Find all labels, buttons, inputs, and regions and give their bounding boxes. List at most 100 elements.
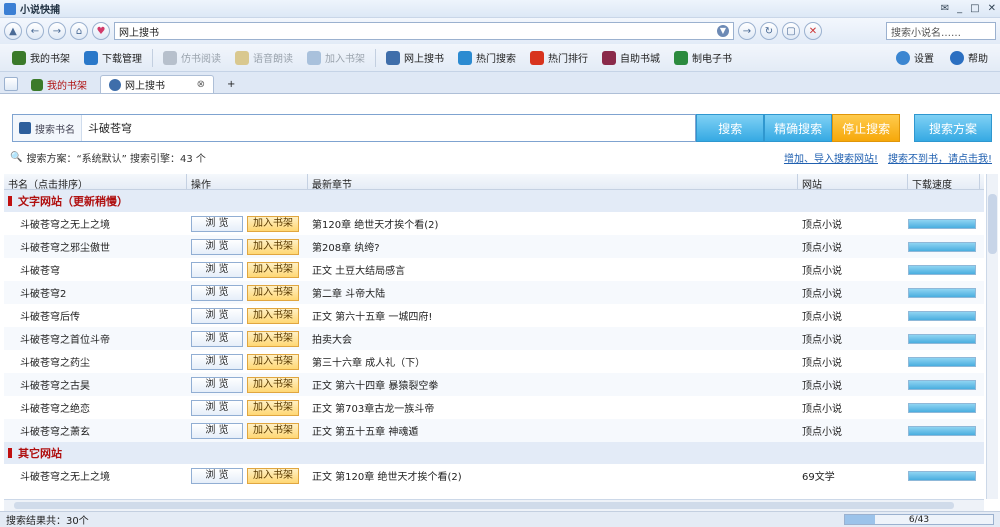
speed-cell	[908, 402, 980, 413]
home-button[interactable]: ⌂	[70, 22, 88, 40]
search-label: 搜索书名	[13, 115, 82, 141]
vertical-scrollbar[interactable]	[986, 174, 998, 499]
horizontal-scrollbar[interactable]	[4, 499, 984, 511]
view-button[interactable]: 浏 览	[191, 307, 243, 324]
url-field[interactable]: 网上搜书 ▼	[114, 22, 734, 40]
close-window-button[interactable]: ✕	[988, 3, 996, 14]
table-row[interactable]: 斗破苍穹之绝恋浏 览加入书架 正文 第703章古龙一族斗帝 顶点小说	[4, 396, 984, 419]
toolbar-item-2[interactable]: 仿书阅读	[157, 47, 227, 69]
col-actions[interactable]: 操作	[187, 174, 308, 191]
page-icon[interactable]: ▢	[782, 22, 800, 40]
table-row[interactable]: 斗破苍穹之邪尘傲世浏 览加入书架 第208章 纨绔? 顶点小说	[4, 235, 984, 258]
toolbar-item-label: 仿书阅读	[181, 54, 221, 65]
table-row[interactable]: 斗破苍穹之无上之境浏 览加入书架 正文 第120章 绝世天才挨个看(2) 69文学	[4, 464, 984, 487]
search-box[interactable]: 搜索书名 斗破苍穹	[12, 114, 697, 142]
view-button[interactable]: 浏 览	[191, 238, 243, 255]
add-site-link[interactable]: 增加、导入搜索网站!	[784, 150, 878, 165]
latest-chapter: 第三十六章 成人礼（下）	[312, 358, 426, 369]
settings-button[interactable]: 设置	[890, 47, 940, 69]
back-button[interactable]: ←	[26, 22, 44, 40]
favorite-heart-icon[interactable]: ♥	[92, 22, 110, 40]
speed-cell	[908, 287, 980, 298]
view-button[interactable]: 浏 览	[191, 399, 243, 416]
view-button[interactable]: 浏 览	[191, 284, 243, 301]
search-scheme-button[interactable]: 搜索方案	[914, 114, 993, 142]
forward-button[interactable]: →	[48, 22, 66, 40]
chevron-down-icon[interactable]: ▼	[717, 25, 729, 37]
stop-search-button[interactable]: 停止搜索	[832, 114, 901, 142]
table-row[interactable]: 斗破苍穹之药尘浏 览加入书架 第三十六章 成人礼（下） 顶点小说	[4, 350, 984, 373]
add-to-shelf-button[interactable]: 加入书架	[247, 215, 299, 232]
add-to-shelf-button[interactable]: 加入书架	[247, 284, 299, 301]
view-button[interactable]: 浏 览	[191, 330, 243, 347]
table-row[interactable]: 斗破苍穹之无上之境浏 览加入书架 第120章 绝世天才挨个看(2) 顶点小说	[4, 212, 984, 235]
toolbar-item-5[interactable]: 网上搜书	[380, 47, 450, 69]
toolbar-item-8[interactable]: 自助书城	[596, 47, 666, 69]
add-to-shelf-button[interactable]: 加入书架	[247, 330, 299, 347]
col-site[interactable]: 网站	[798, 174, 908, 191]
view-button[interactable]: 浏 览	[191, 215, 243, 232]
bookshelf-icon	[12, 50, 26, 65]
request-book-link[interactable]: 搜索不到书，请点击我!	[888, 150, 992, 165]
view-button[interactable]: 浏 览	[191, 353, 243, 370]
col-latest-chapter[interactable]: 最新章节	[308, 174, 798, 191]
add-to-shelf-button[interactable]: 加入书架	[247, 467, 299, 484]
exact-search-button[interactable]: 精确搜索	[764, 114, 833, 142]
table-row[interactable]: 斗破苍穹之萧玄浏 览加入书架 正文 第五十五章 神魂遁 顶点小说	[4, 419, 984, 442]
add-to-shelf-button[interactable]: 加入书架	[247, 238, 299, 255]
add-to-shelf-button[interactable]: 加入书架	[247, 399, 299, 416]
view-button[interactable]: 浏 览	[191, 422, 243, 439]
table-row[interactable]: 斗破苍穹后传浏 览加入书架 正文 第六十五章 一城四府! 顶点小说	[4, 304, 984, 327]
toolbar-item-6[interactable]: 热门搜索	[452, 47, 522, 69]
site-search-input[interactable]: 搜索小说名……	[886, 22, 996, 40]
new-tab-button[interactable]: +	[218, 75, 244, 93]
go-button[interactable]: →	[738, 22, 756, 40]
help-button[interactable]: 帮助	[944, 47, 994, 69]
book-name: 斗破苍穹之萧玄	[20, 427, 90, 438]
row-actions: 浏 览加入书架	[187, 399, 308, 416]
toolbar-item-1[interactable]: 下载管理	[78, 47, 148, 69]
table-row[interactable]: 斗破苍穹2 浏 览加入书架 第二章 斗帝大陆 顶点小说	[4, 281, 984, 304]
col-speed[interactable]: 下载速度	[908, 174, 980, 191]
group-rows: 斗破苍穹之无上之境浏 览加入书架 正文 第120章 绝世天才挨个看(2) 69文学	[4, 464, 984, 487]
minimize-button[interactable]: _	[957, 3, 962, 14]
view-button[interactable]: 浏 览	[191, 376, 243, 393]
tab-bar: 我的书架 网上搜书 ⊗ +	[0, 72, 1000, 94]
view-button[interactable]: 浏 览	[191, 261, 243, 278]
toolbar-item-4[interactable]: 加入书架	[301, 47, 371, 69]
toolbar-separator	[152, 48, 153, 67]
table-row[interactable]: 斗破苍穹浏 览加入书架 正文 土豆大结局感言 顶点小说	[4, 258, 984, 281]
site-name: 顶点小说	[802, 404, 842, 415]
add-to-shelf-button[interactable]: 加入书架	[247, 376, 299, 393]
search-button[interactable]: 搜索	[696, 114, 765, 142]
toolbar-item-0[interactable]: 我的书架	[6, 47, 76, 69]
bookshelf-icon	[31, 78, 43, 91]
col-book-name[interactable]: 书名（点击排序）	[4, 174, 187, 191]
table-row[interactable]: 斗破苍穹之古昊浏 览加入书架 正文 第六十四章 暴猿裂空拳 顶点小说	[4, 373, 984, 396]
speed-bar	[908, 356, 976, 367]
tab-web-search[interactable]: 网上搜书 ⊗	[100, 75, 214, 93]
scroll-thumb[interactable]	[988, 194, 997, 254]
add-to-shelf-button[interactable]: 加入书架	[247, 353, 299, 370]
stop-button[interactable]: ✕	[804, 22, 822, 40]
table-row[interactable]: 斗破苍穹之首位斗帝浏 览加入书架 拍卖大会 顶点小说	[4, 327, 984, 350]
title-bar: 小说快捕 ✉ _ □ ✕	[0, 0, 1000, 18]
maximize-button[interactable]: □	[970, 3, 979, 14]
view-button[interactable]: 浏 览	[191, 467, 243, 484]
up-arrow-icon[interactable]: ▲	[4, 22, 22, 40]
toolbar-item-9[interactable]: 制电子书	[668, 47, 738, 69]
hscroll-thumb[interactable]	[14, 502, 954, 509]
row-actions: 浏 览加入书架	[187, 284, 308, 301]
ebook-icon	[674, 50, 688, 65]
toolbar-item-7[interactable]: 热门排行	[524, 47, 594, 69]
add-to-shelf-button[interactable]: 加入书架	[247, 261, 299, 278]
close-tab-icon[interactable]: ⊗	[197, 79, 205, 90]
add-to-shelf-button[interactable]: 加入书架	[247, 422, 299, 439]
search-input[interactable]: 斗破苍穹	[82, 120, 138, 136]
skin-icon[interactable]: ✉	[941, 3, 949, 14]
tab-list-icon[interactable]	[4, 77, 18, 91]
add-to-shelf-button[interactable]: 加入书架	[247, 307, 299, 324]
toolbar-item-3[interactable]: 语音朗读	[229, 47, 299, 69]
tab-my-bookshelf[interactable]: 我的书架	[22, 75, 96, 93]
refresh-button[interactable]: ↻	[760, 22, 778, 40]
